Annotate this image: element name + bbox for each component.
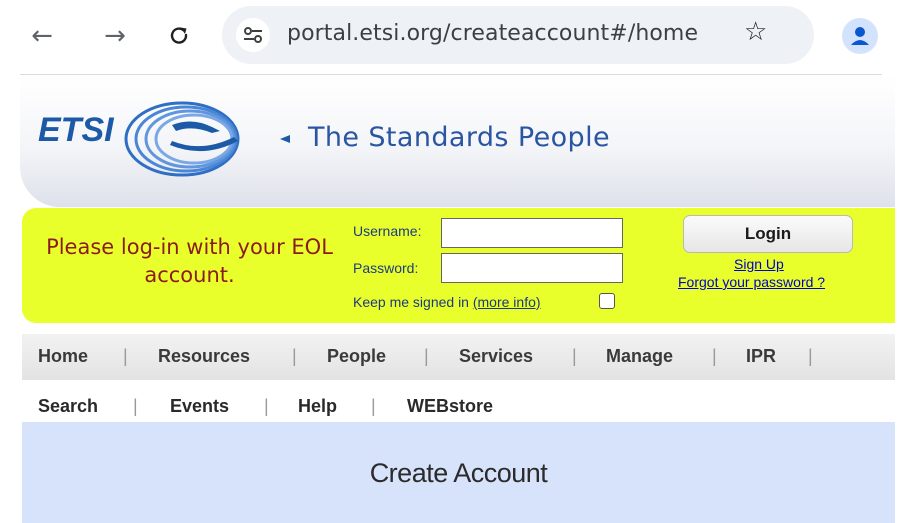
site-banner: ETSI The Standards People <box>20 75 895 207</box>
nav-resources[interactable]: Resources <box>158 346 250 367</box>
nav-separator: | <box>123 346 128 366</box>
keep-signed-in-label: Keep me signed in (more info) <box>353 294 541 310</box>
nav-separator: | <box>133 396 138 416</box>
primary-nav: Home | Resources | People | Services | M… <box>22 334 895 380</box>
nav-people[interactable]: People <box>327 346 386 367</box>
nav-separator: | <box>264 396 269 416</box>
page-title: Create Account <box>369 458 548 488</box>
etsi-logo-text: ETSI <box>38 111 114 149</box>
reload-glyph <box>170 27 188 44</box>
nav-manage[interactable]: Manage <box>606 346 673 367</box>
login-bar: Please log-in with your EOL account. Use… <box>22 208 895 323</box>
password-input[interactable] <box>441 253 623 283</box>
nav-separator: | <box>572 346 577 366</box>
forgot-password-link[interactable]: Forgot your password ? <box>678 274 825 290</box>
nav-separator: | <box>808 346 813 366</box>
secondary-nav: Search | Events | Help | WEBstore <box>22 388 895 422</box>
login-button[interactable]: Login <box>683 215 853 253</box>
nav-separator: | <box>424 346 429 366</box>
more-info-link[interactable]: (more info) <box>473 294 541 310</box>
tune-icon <box>244 27 262 43</box>
etsi-tagline: The Standards People <box>308 122 610 153</box>
back-icon[interactable]: ← <box>24 18 60 54</box>
nav-webstore[interactable]: WEBstore <box>407 396 493 417</box>
site-info-icon[interactable] <box>236 18 270 52</box>
profile-avatar-icon[interactable] <box>842 18 878 54</box>
nav-separator: | <box>712 346 717 366</box>
nav-help[interactable]: Help <box>298 396 337 417</box>
nav-search[interactable]: Search <box>38 396 98 417</box>
etsi-logo-icon <box>124 101 290 177</box>
reload-icon[interactable] <box>161 18 197 54</box>
bookmark-star-icon[interactable]: ☆ <box>744 17 767 47</box>
browser-toolbar: ← → portal.etsi.org/createaccount#/home … <box>0 0 902 74</box>
nav-services[interactable]: Services <box>459 346 533 367</box>
password-label: Password: <box>353 260 419 276</box>
create-account-panel: Create Account <box>22 422 895 523</box>
username-input[interactable] <box>441 218 623 248</box>
username-label: Username: <box>353 223 422 239</box>
url-text[interactable]: portal.etsi.org/createaccount#/home <box>287 21 698 46</box>
keep-signed-in-text: Keep me signed in <box>353 294 469 310</box>
nav-events[interactable]: Events <box>170 396 229 417</box>
address-bar[interactable]: portal.etsi.org/createaccount#/home ☆ <box>222 6 814 64</box>
nav-separator: | <box>371 396 376 416</box>
nav-home[interactable]: Home <box>38 346 88 367</box>
forward-icon[interactable]: → <box>97 18 133 54</box>
sign-up-link[interactable]: Sign Up <box>734 256 784 272</box>
person-icon <box>851 27 869 45</box>
login-message: Please log-in with your EOL account. <box>46 235 333 287</box>
nav-separator: | <box>292 346 297 366</box>
keep-signed-in-checkbox[interactable] <box>599 293 615 309</box>
nav-ipr[interactable]: IPR <box>746 346 776 367</box>
